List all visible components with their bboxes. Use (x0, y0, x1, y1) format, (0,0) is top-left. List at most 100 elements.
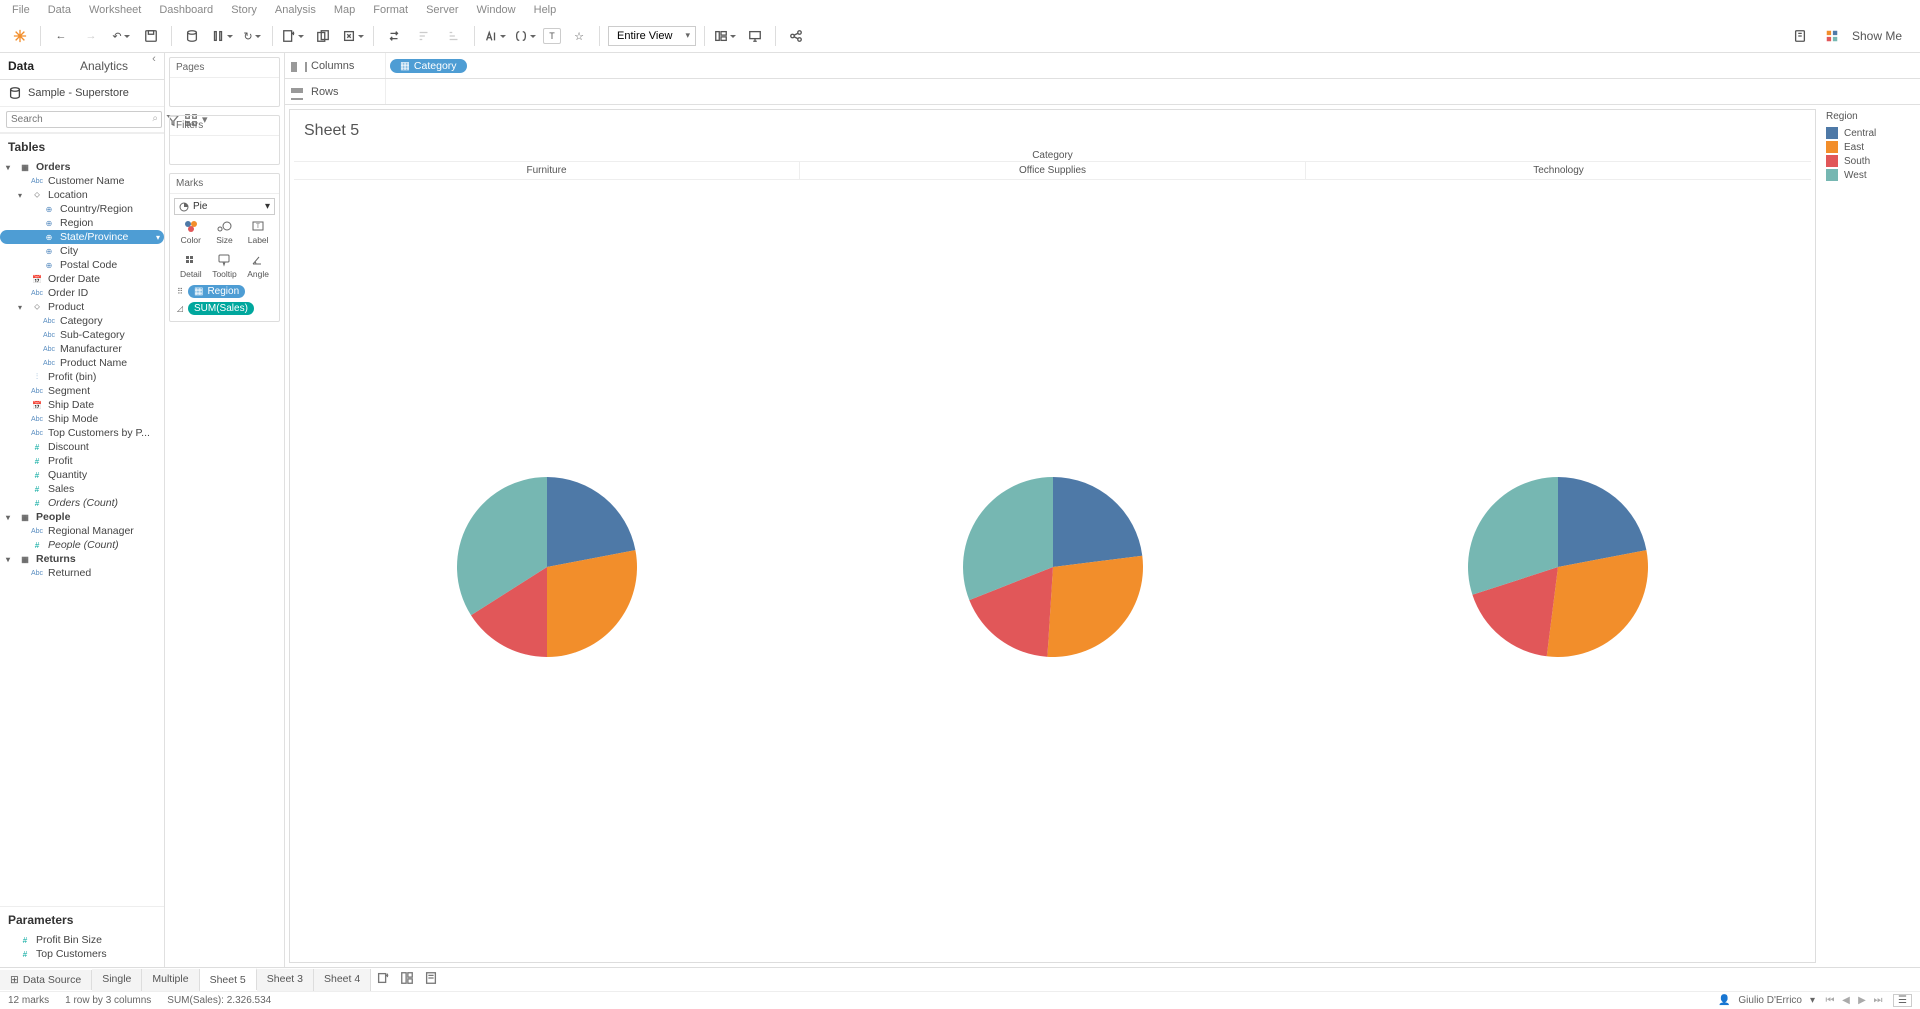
menu-help[interactable]: Help (534, 4, 557, 16)
field-orders-count[interactable]: #Orders (Count) (0, 496, 164, 510)
guide-icon[interactable] (1788, 24, 1812, 48)
new-story-tab[interactable] (419, 971, 443, 988)
highlight-button[interactable] (483, 24, 507, 48)
table-orders[interactable]: ▾▦Orders (0, 160, 164, 174)
sheet-tab-sheet-3[interactable]: Sheet 3 (257, 969, 314, 991)
field-people-count[interactable]: #People (Count) (0, 538, 164, 552)
rows-shelf[interactable]: Rows (285, 79, 1920, 105)
menu-worksheet[interactable]: Worksheet (89, 4, 141, 16)
field-product-name[interactable]: AbcProduct Name (0, 356, 164, 370)
group-button[interactable] (513, 24, 537, 48)
field-postal[interactable]: ⊕Postal Code (0, 258, 164, 272)
sheet-tab-sheet-5[interactable]: Sheet 5 (200, 968, 257, 990)
menu-analysis[interactable]: Analysis (275, 4, 316, 16)
category-label[interactable]: Furniture (294, 162, 799, 179)
field-top-customers[interactable]: AbcTop Customers by P... (0, 426, 164, 440)
mark-color[interactable]: Color (174, 215, 208, 249)
field-country[interactable]: ⊕Country/Region (0, 202, 164, 216)
columns-pill-category[interactable]: ▦Category (390, 59, 467, 73)
field-profit-bin[interactable]: ⫶Profit (bin) (0, 370, 164, 384)
field-profit[interactable]: #Profit (0, 454, 164, 468)
tab-analytics[interactable]: Analytics (72, 53, 144, 79)
nav-prev[interactable]: ◀ (1839, 995, 1853, 1006)
field-ship-mode[interactable]: AbcShip Mode (0, 412, 164, 426)
mark-label[interactable]: TLabel (241, 215, 275, 249)
mark-type-dropdown[interactable]: Pie ▾ (174, 198, 275, 215)
field-city[interactable]: ⊕City (0, 244, 164, 258)
undo-button[interactable]: ↶ (109, 24, 133, 48)
pie-technology[interactable] (1305, 180, 1811, 954)
nav-next[interactable]: ▶ (1855, 995, 1869, 1006)
field-order-id[interactable]: AbcOrder ID (0, 286, 164, 300)
menu-server[interactable]: Server (426, 4, 458, 16)
field-sales[interactable]: #Sales (0, 482, 164, 496)
datasource-item[interactable]: Sample - Superstore (0, 80, 164, 107)
tab-data-source[interactable]: ⊞Data Source (0, 970, 92, 990)
show-me-button[interactable]: Show Me (1852, 29, 1902, 43)
field-subcategory[interactable]: AbcSub-Category (0, 328, 164, 342)
mark-angle[interactable]: Angle (241, 249, 275, 283)
text-button[interactable]: T (543, 28, 561, 44)
swap-button[interactable] (382, 24, 406, 48)
new-data-button[interactable] (180, 24, 204, 48)
duplicate-button[interactable] (311, 24, 335, 48)
menu-map[interactable]: Map (334, 4, 355, 16)
menu-format[interactable]: Format (373, 4, 408, 16)
field-category[interactable]: AbcCategory (0, 314, 164, 328)
field-regional-manager[interactable]: AbcRegional Manager (0, 524, 164, 538)
mark-tooltip[interactable]: Tooltip (208, 249, 242, 283)
show-hide-cards-button[interactable] (713, 24, 737, 48)
menu-file[interactable]: File (12, 4, 30, 16)
pill-region[interactable]: ▦Region (188, 285, 245, 298)
status-user[interactable]: Giulio D'Errico (1738, 995, 1802, 1006)
legend-item-east[interactable]: East (1826, 140, 1914, 154)
field-ship-date[interactable]: 📅Ship Date (0, 398, 164, 412)
param-top-customers[interactable]: #Top Customers (0, 947, 164, 961)
sheet-tab-sheet-4[interactable]: Sheet 4 (314, 969, 371, 991)
nav-last[interactable]: ⏭ (1871, 995, 1885, 1006)
sheet-tab-multiple[interactable]: Multiple (142, 969, 199, 991)
pie-office-supplies[interactable] (800, 180, 1306, 954)
field-order-date[interactable]: 📅Order Date (0, 272, 164, 286)
presentation-button[interactable] (743, 24, 767, 48)
search-input[interactable] (6, 111, 162, 128)
menu-data[interactable]: Data (48, 4, 71, 16)
mark-size[interactable]: Size (208, 215, 242, 249)
pin-button[interactable]: ☆ (567, 24, 591, 48)
pie-furniture[interactable] (294, 180, 800, 954)
sheet-tab-single[interactable]: Single (92, 969, 142, 991)
filters-shelf[interactable] (170, 136, 279, 164)
field-quantity[interactable]: #Quantity (0, 468, 164, 482)
new-dashboard-tab[interactable] (395, 971, 419, 988)
refresh-button[interactable]: ↻ (240, 24, 264, 48)
category-label[interactable]: Office Supplies (799, 162, 1305, 179)
new-worksheet-button[interactable] (281, 24, 305, 48)
mark-detail[interactable]: Detail (174, 249, 208, 283)
field-location[interactable]: ▾⬦Location (0, 188, 164, 202)
sort-desc-button[interactable] (442, 24, 466, 48)
nav-first[interactable]: ⏮ (1823, 995, 1837, 1006)
columns-shelf[interactable]: Columns ▦Category (285, 53, 1920, 79)
field-manufacturer[interactable]: AbcManufacturer (0, 342, 164, 356)
fit-dropdown[interactable]: Entire View (608, 26, 696, 46)
share-button[interactable] (784, 24, 808, 48)
menu-dashboard[interactable]: Dashboard (159, 4, 213, 16)
legend-item-south[interactable]: South (1826, 154, 1914, 168)
menu-story[interactable]: Story (231, 4, 257, 16)
field-state[interactable]: ⊕State/Province▾ (0, 230, 164, 244)
pause-updates-button[interactable] (210, 24, 234, 48)
collapse-pane-button[interactable]: ‹ (144, 53, 164, 79)
back-button[interactable]: ← (49, 24, 73, 48)
field-product[interactable]: ▾⬦Product (0, 300, 164, 314)
show-me-icon[interactable] (1820, 24, 1844, 48)
param-profit-bin-size[interactable]: #Profit Bin Size (0, 933, 164, 947)
menu-window[interactable]: Window (477, 4, 516, 16)
sheet-title[interactable]: Sheet 5 (294, 118, 1811, 150)
table-people[interactable]: ▾▦People (0, 510, 164, 524)
user-dropdown-icon[interactable]: ▾ (1810, 995, 1815, 1006)
field-region[interactable]: ⊕Region (0, 216, 164, 230)
new-worksheet-tab[interactable] (371, 971, 395, 988)
field-returned[interactable]: AbcReturned (0, 566, 164, 580)
field-segment[interactable]: AbcSegment (0, 384, 164, 398)
tab-list-button[interactable]: ☰ (1893, 994, 1912, 1007)
